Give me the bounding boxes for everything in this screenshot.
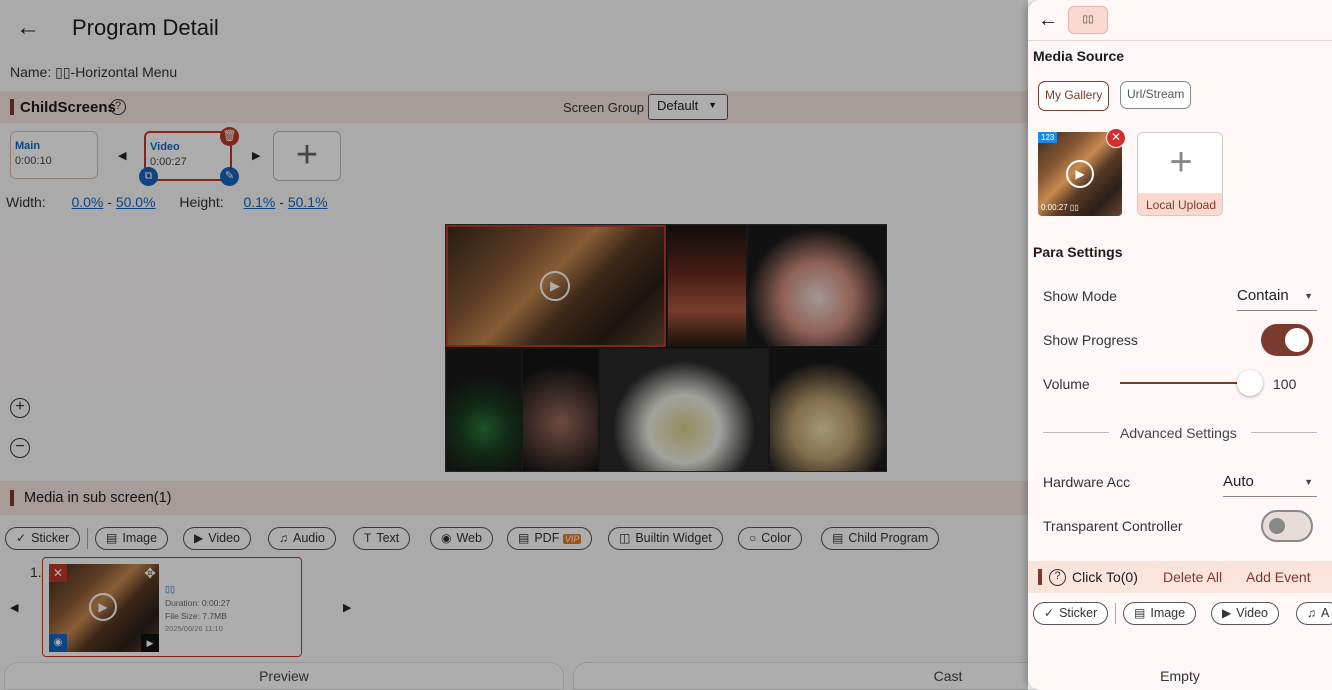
- volume-label: Volume: [1043, 376, 1090, 392]
- divider: [1251, 432, 1317, 433]
- chip-label: Video: [1236, 606, 1268, 620]
- modal-scrim[interactable]: [0, 0, 1028, 690]
- panel-back-icon[interactable]: ←: [1036, 8, 1060, 32]
- caret-down-icon: ▼: [1304, 477, 1313, 487]
- event-image-chip[interactable]: ▤ Image: [1123, 602, 1197, 625]
- image-icon: ▤: [1134, 606, 1146, 620]
- video-icon: ▶: [1222, 606, 1232, 620]
- add-event-button[interactable]: Add Event: [1246, 569, 1311, 585]
- toggle-knob: [1285, 328, 1309, 352]
- show-mode-select[interactable]: Contain ▼: [1237, 283, 1317, 311]
- caret-down-icon: ▼: [1304, 291, 1313, 301]
- show-progress-toggle[interactable]: [1261, 324, 1313, 356]
- chip-label: A: [1321, 606, 1330, 620]
- volume-slider-track[interactable]: [1120, 382, 1250, 384]
- delete-all-button[interactable]: Delete All: [1163, 569, 1222, 585]
- event-sticker-chip[interactable]: ✓ Sticker: [1033, 602, 1109, 625]
- show-progress-label: Show Progress: [1043, 332, 1138, 348]
- transparent-controller-toggle[interactable]: [1261, 510, 1313, 542]
- media-source-label: Media Source: [1033, 48, 1125, 64]
- remove-icon[interactable]: ✕: [1106, 128, 1126, 148]
- music-note-icon: ♫: [1307, 606, 1316, 620]
- local-upload-button[interactable]: + Local Upload: [1137, 132, 1223, 216]
- hardware-acc-select[interactable]: Auto ▼: [1223, 469, 1317, 497]
- chip-label: Image: [1150, 606, 1186, 620]
- empty-state-text: Empty: [1160, 668, 1200, 684]
- para-settings-label: Para Settings: [1033, 244, 1123, 260]
- volume-slider-thumb[interactable]: [1237, 370, 1263, 396]
- event-video-chip[interactable]: ▶ Video: [1211, 602, 1279, 625]
- transparent-controller-label: Transparent Controller: [1043, 518, 1183, 534]
- section-marker: [1038, 569, 1042, 585]
- show-mode-label: Show Mode: [1043, 288, 1117, 304]
- divider: [1115, 603, 1116, 624]
- event-audio-chip[interactable]: ♫ A: [1296, 602, 1332, 625]
- click-to-label: Click To(0): [1072, 569, 1138, 585]
- divider: [1043, 432, 1109, 433]
- hardware-acc-label: Hardware Acc: [1043, 474, 1131, 490]
- url-stream-tab[interactable]: Url/Stream: [1120, 81, 1192, 109]
- toggle-knob: [1269, 518, 1285, 534]
- program-detail-page: ← Program Detail Name: ▯▯-Horizontal Men…: [0, 0, 1332, 690]
- chip-label: Sticker: [1059, 606, 1098, 620]
- media-settings-panel: ← ▯▯ Media Source My Gallery Url/Stream …: [1028, 0, 1332, 690]
- show-mode-value: Contain: [1237, 287, 1289, 304]
- hardware-acc-value: Auto: [1223, 473, 1254, 490]
- panel-tag: ▯▯: [1068, 6, 1108, 34]
- plus-icon: +: [1169, 140, 1193, 184]
- local-upload-label: Local Upload: [1138, 193, 1222, 215]
- advanced-settings-label: Advanced Settings: [1120, 425, 1237, 441]
- my-gallery-tab[interactable]: My Gallery: [1038, 81, 1110, 111]
- gallery-badge: 123: [1038, 132, 1058, 143]
- sticker-icon: ✓: [1044, 606, 1055, 620]
- divider: [1028, 40, 1332, 41]
- volume-value: 100: [1273, 376, 1297, 392]
- play-icon: ▶: [1066, 160, 1094, 188]
- help-icon[interactable]: ?: [1049, 569, 1066, 586]
- gallery-duration: 0:00:27 ▯▯: [1041, 203, 1079, 212]
